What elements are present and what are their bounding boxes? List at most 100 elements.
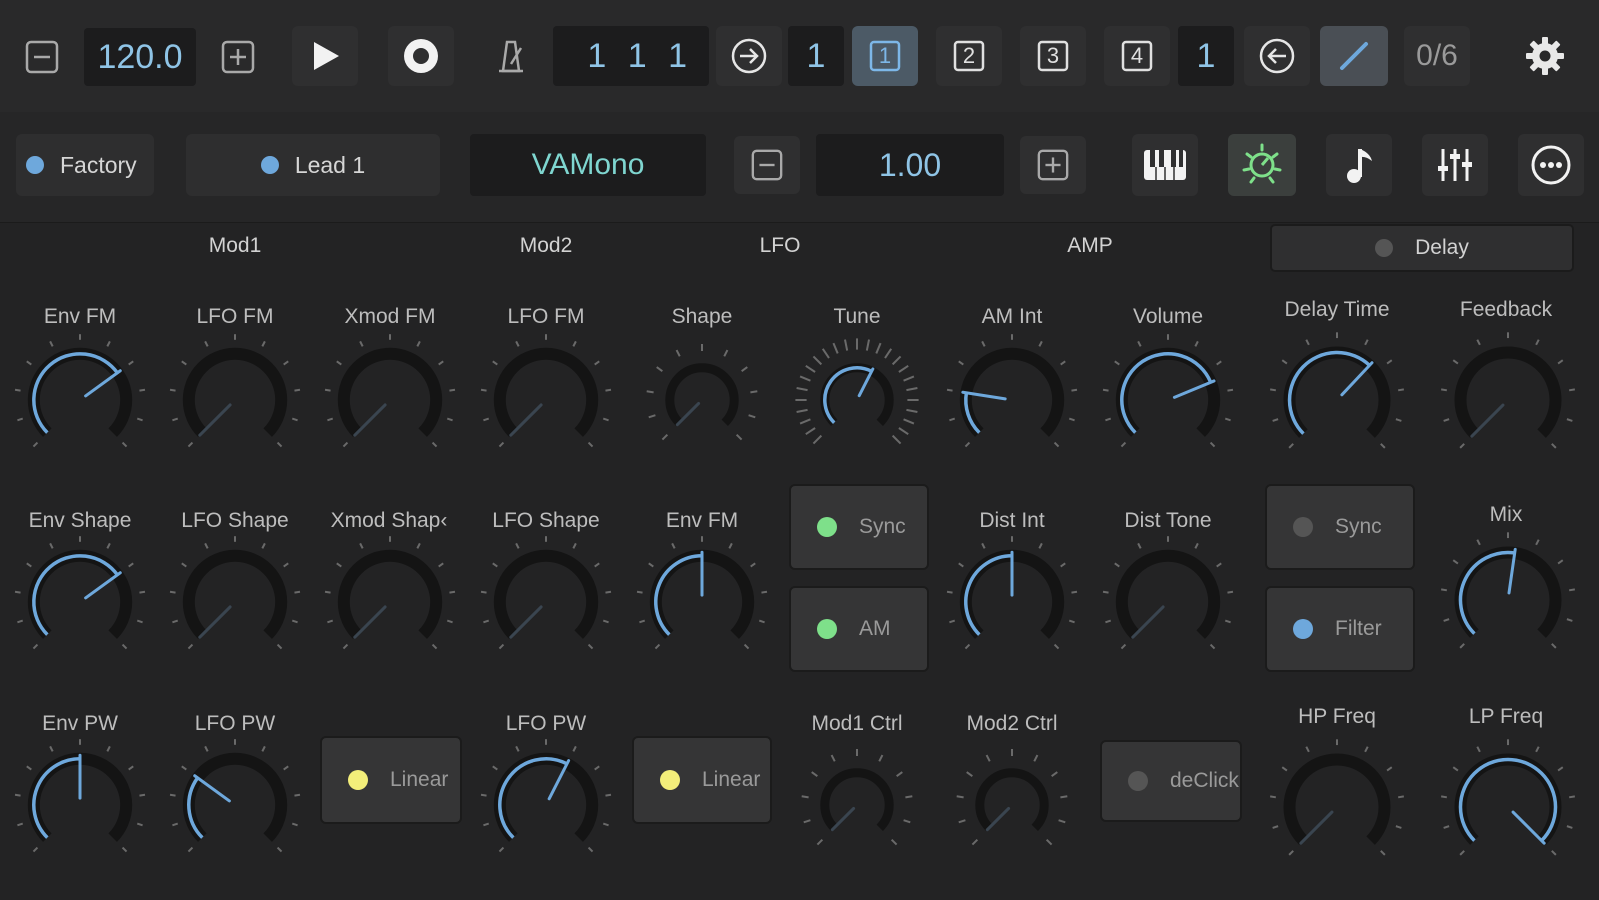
knob-tick — [498, 643, 505, 650]
knob-tick — [799, 418, 811, 425]
knob-lfo-shape-1[interactable] — [165, 532, 305, 672]
scene-4-button[interactable]: 4 — [1104, 26, 1170, 86]
am-toggle[interactable]: AM — [789, 586, 929, 672]
loop-end-button[interactable] — [1244, 26, 1310, 86]
knob-tick — [728, 542, 733, 549]
knob-delay-time[interactable] — [1265, 328, 1409, 472]
tempo-value: 120.0 — [97, 37, 183, 76]
param-decrease-button[interactable] — [734, 136, 800, 194]
settings-button[interactable] — [1514, 26, 1576, 86]
knob-lp-freq[interactable] — [1436, 735, 1580, 879]
knob-env-pw[interactable] — [10, 735, 150, 875]
loop-start-button[interactable] — [716, 26, 782, 86]
knob-value-arc — [1120, 352, 1213, 434]
knob-tick — [636, 590, 643, 594]
mod1-ctrl-knob-graphic — [801, 749, 913, 846]
knob-tick — [1269, 388, 1276, 392]
knob-xmod-fm[interactable] — [320, 330, 460, 470]
knob-shape[interactable] — [632, 330, 772, 470]
mixer-button[interactable] — [1422, 134, 1488, 196]
knob-lfo-pw-1[interactable] — [165, 735, 305, 875]
env-fm-2-knob-graphic — [636, 536, 768, 650]
synth-name-display[interactable]: VAMono — [470, 134, 706, 196]
delay-toggle[interactable]: Delay — [1270, 224, 1574, 272]
knob-volume[interactable] — [1098, 330, 1238, 470]
knob-tick — [602, 822, 609, 827]
knob-tune[interactable] — [787, 330, 927, 470]
knob-tick — [946, 388, 953, 392]
knob-tick — [964, 643, 971, 650]
tempo-display[interactable]: 120.0 — [84, 28, 196, 86]
record-button[interactable] — [388, 26, 454, 86]
preset-selector[interactable]: Lead 1 — [186, 134, 440, 196]
knob-mod2-ctrl[interactable] — [942, 735, 1082, 875]
label-xmod-fm: Xmod FM — [344, 305, 436, 328]
knob-track — [493, 347, 599, 437]
tempo-increase-button[interactable] — [210, 30, 266, 84]
knob-tick — [750, 562, 756, 568]
knob-feedback[interactable] — [1436, 328, 1580, 472]
arrow-left-circle-icon — [1259, 38, 1295, 74]
knob-tick — [1216, 360, 1222, 366]
knob-tick — [492, 765, 498, 771]
scene-3-button[interactable]: 3 — [1020, 26, 1086, 86]
delay-sync-toggle[interactable]: Sync — [1265, 484, 1415, 570]
sequencer-button[interactable] — [1326, 134, 1392, 196]
linear-toggle-1[interactable]: Linear — [320, 736, 462, 824]
bank-selector[interactable]: Factory — [16, 134, 154, 196]
knob-tick — [283, 562, 289, 568]
position-display[interactable]: 1 1 1 — [553, 26, 709, 86]
knob-env-fm-1[interactable] — [10, 330, 150, 470]
knob-tick — [594, 765, 600, 771]
knob-lfo-fm-1[interactable] — [165, 330, 305, 470]
more-button[interactable] — [1518, 134, 1584, 196]
knob-mod1-ctrl[interactable] — [787, 735, 927, 875]
knob-env-shape[interactable] — [10, 532, 150, 672]
lfo-sync-toggle[interactable]: Sync — [789, 484, 929, 570]
knob-am-int[interactable] — [942, 330, 1082, 470]
label-lfo-shape-2: LFO Shape — [492, 509, 600, 532]
automation-button[interactable] — [1320, 26, 1388, 86]
knob-env-fm-2[interactable] — [632, 532, 772, 672]
param-value-display[interactable]: 1.00 — [816, 134, 1004, 196]
label-hp-freq: HP Freq — [1298, 705, 1376, 728]
am-int-knob-graphic — [946, 334, 1078, 448]
more-dots-icon — [1531, 145, 1571, 185]
knob-tick — [1071, 388, 1078, 392]
knob-lfo-shape-2[interactable] — [476, 532, 616, 672]
loop-start-display[interactable]: 1 — [788, 26, 844, 86]
metronome-button[interactable] — [478, 26, 544, 86]
filter-toggle[interactable]: Filter — [1265, 586, 1415, 672]
knob-tick — [1398, 388, 1405, 392]
knob-hp-freq[interactable] — [1265, 735, 1409, 879]
play-button[interactable] — [292, 26, 358, 86]
knob-lfo-pw-2[interactable] — [476, 735, 616, 875]
tempo-decrease-button[interactable] — [14, 30, 70, 84]
loop-end-display[interactable]: 1 — [1178, 26, 1234, 86]
music-note-icon — [1347, 149, 1372, 183]
play-icon — [314, 42, 339, 70]
label-delay-time: Delay Time — [1284, 298, 1390, 321]
knob-tick — [1551, 850, 1557, 856]
knob-tick — [1060, 360, 1066, 366]
linear-toggle-2[interactable]: Linear — [632, 736, 772, 824]
param-increase-button[interactable] — [1020, 136, 1086, 194]
knob-tick — [327, 417, 334, 422]
scene-1-button[interactable]: 1 — [852, 26, 918, 86]
knob-tick — [32, 441, 39, 448]
lfo-fm-2-knob-graphic — [480, 334, 612, 448]
scene-1-label: 1 — [878, 43, 892, 68]
knob-dist-int[interactable] — [942, 532, 1082, 672]
knob-lfo-fm-2[interactable] — [476, 330, 616, 470]
knob-xmod-shape[interactable] — [320, 532, 460, 672]
scene-2-button[interactable]: 2 — [936, 26, 1002, 86]
declick-toggle[interactable]: deClick — [1100, 740, 1242, 822]
knob-tick — [1398, 795, 1405, 799]
knob-mix[interactable] — [1436, 528, 1580, 672]
knob-tick — [903, 418, 915, 425]
keyboard-button[interactable] — [1132, 134, 1198, 196]
synth-params-button[interactable] — [1228, 134, 1296, 196]
knob-tick — [172, 417, 179, 422]
knob-dist-tone[interactable] — [1098, 532, 1238, 672]
knob-tick — [1395, 825, 1402, 829]
